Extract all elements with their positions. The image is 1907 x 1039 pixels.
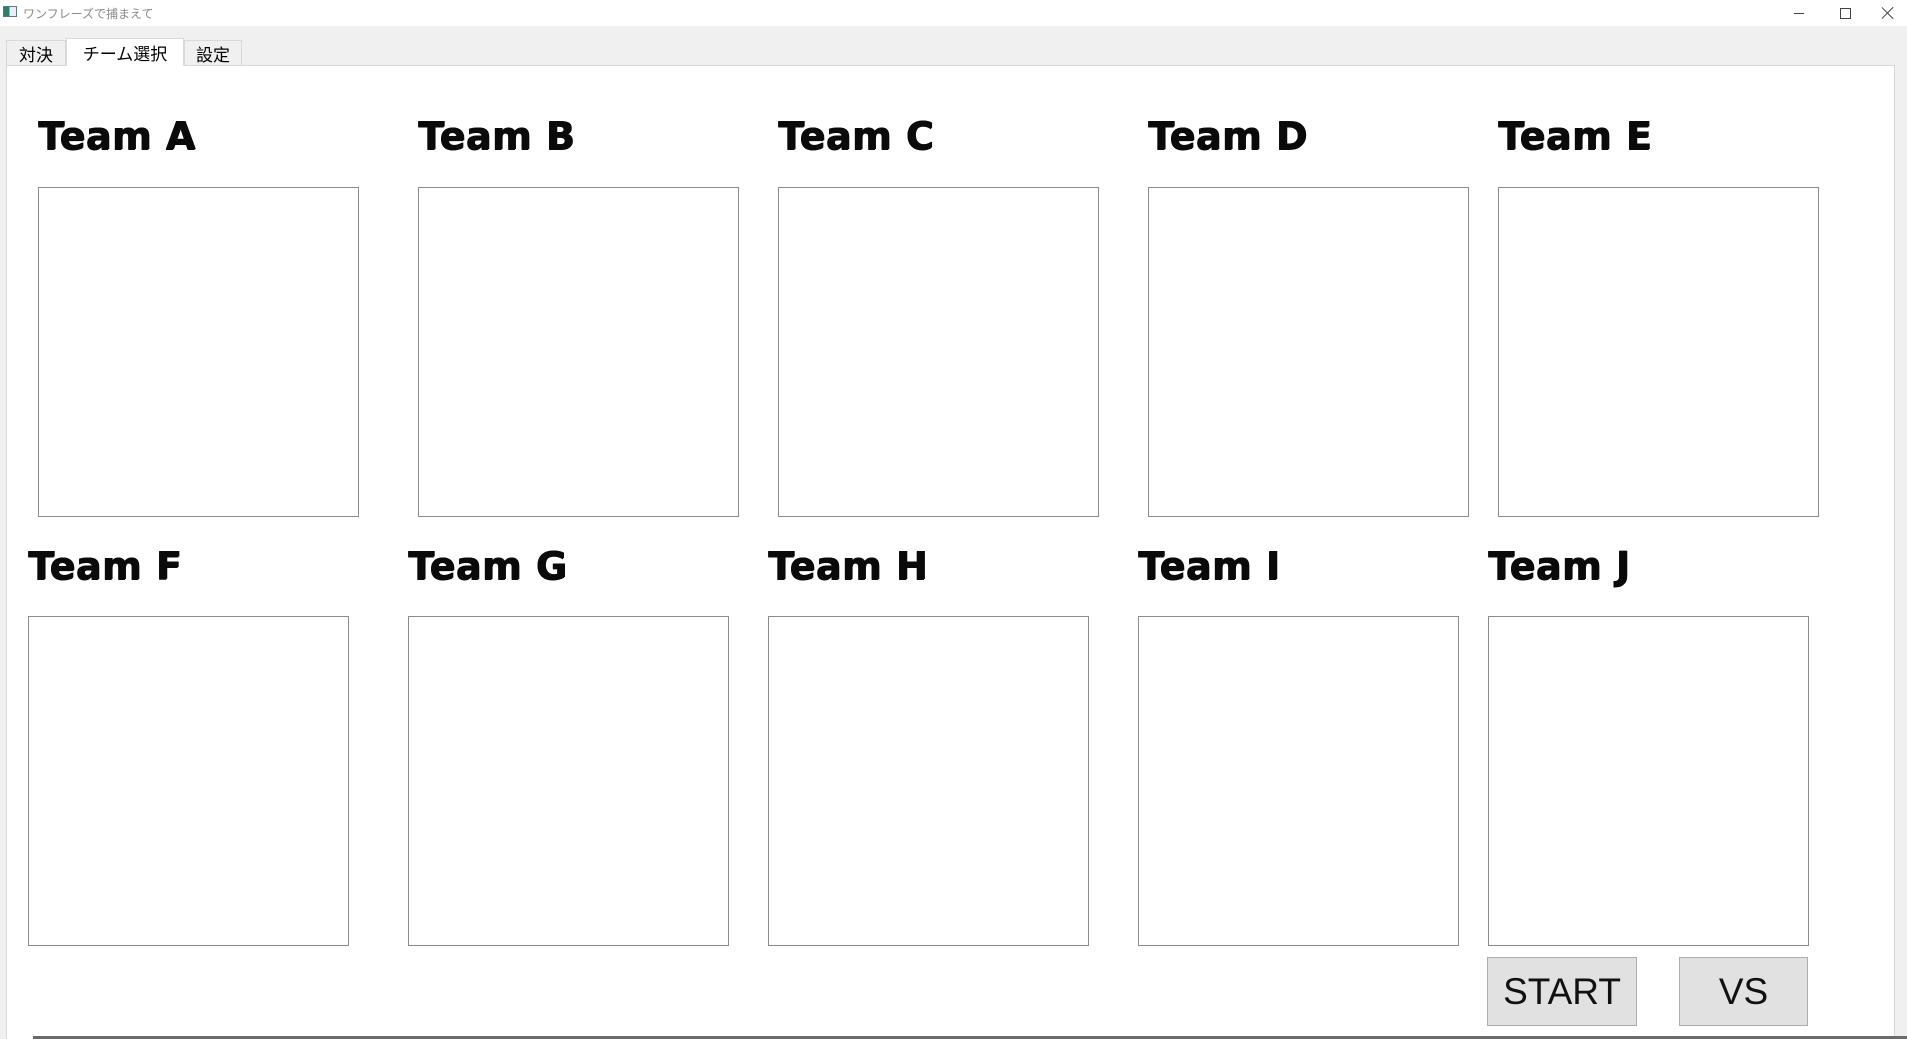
team-j-label: Team J — [1488, 544, 1631, 588]
team-i-label: Team I — [1138, 544, 1281, 588]
close-button[interactable] — [1868, 0, 1907, 26]
window-title: ワンフレーズで捕まえて — [23, 7, 154, 21]
team-j-list[interactable] — [1488, 616, 1809, 946]
team-c-list[interactable] — [778, 187, 1099, 517]
team-a-label: Team A — [38, 114, 196, 158]
app-icon — [3, 6, 17, 17]
team-d-label: Team D — [1148, 114, 1308, 158]
tab-battle[interactable]: 対決 — [6, 40, 66, 66]
start-button[interactable]: START — [1487, 957, 1637, 1026]
tab-settings[interactable]: 設定 — [184, 40, 242, 66]
team-h-label: Team H — [768, 544, 928, 588]
maximize-icon — [1839, 7, 1851, 19]
team-i-list[interactable] — [1138, 616, 1459, 946]
team-select-panel: Team A Team B Team C Team D Team E Team … — [6, 65, 1895, 1039]
team-e-list[interactable] — [1498, 187, 1819, 517]
team-b-label: Team B — [418, 114, 576, 158]
team-g-label: Team G — [408, 544, 568, 588]
app-window: ワンフレーズで捕まえて 対決 チーム選択 設定 Team A Team B Te… — [0, 0, 1907, 1039]
team-g-list[interactable] — [408, 616, 729, 946]
vs-button[interactable]: VS — [1679, 957, 1808, 1026]
close-icon — [1882, 7, 1894, 19]
maximize-button[interactable] — [1822, 0, 1868, 26]
team-f-list[interactable] — [28, 616, 349, 946]
team-h-list[interactable] — [768, 616, 1089, 946]
minimize-button[interactable] — [1776, 0, 1822, 26]
team-c-label: Team C — [778, 114, 935, 158]
team-d-list[interactable] — [1148, 187, 1469, 517]
team-f-label: Team F — [28, 544, 183, 588]
title-bar[interactable]: ワンフレーズで捕まえて — [0, 0, 1907, 26]
minimize-icon — [1794, 12, 1804, 14]
team-e-label: Team E — [1498, 114, 1653, 158]
team-b-list[interactable] — [418, 187, 739, 517]
tab-team-select[interactable]: チーム選択 — [66, 38, 184, 66]
team-a-list[interactable] — [38, 187, 359, 517]
